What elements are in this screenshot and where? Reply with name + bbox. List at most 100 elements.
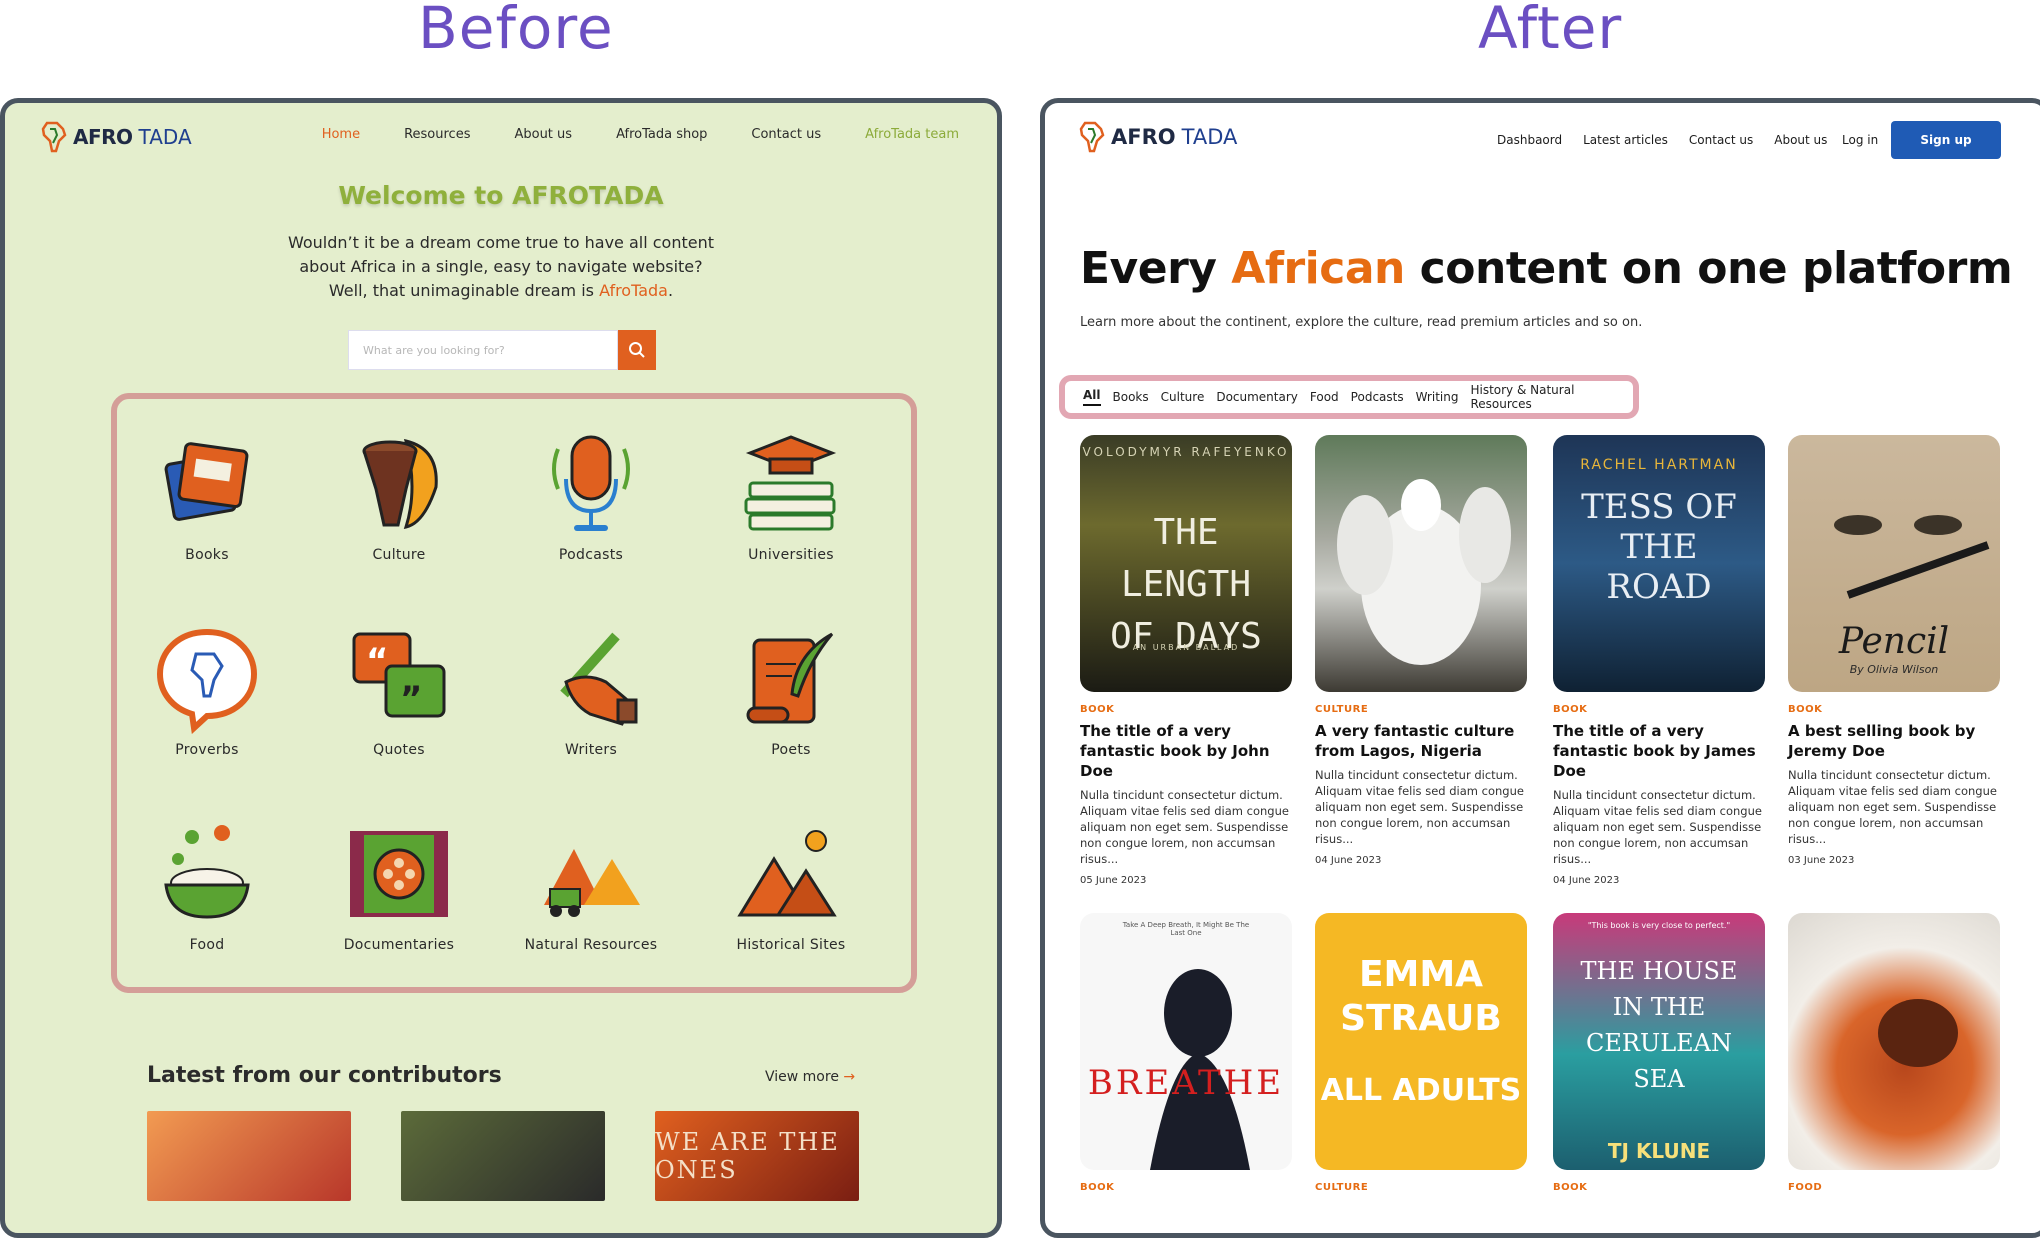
cover-subtitle: AN URBAN BALLAD xyxy=(1132,643,1240,652)
cover-title: ALL ADULTS xyxy=(1320,1073,1522,1108)
welcome-title: Welcome to AFROTADA xyxy=(338,181,664,210)
intro-line-2: about Africa in a single, easy to naviga… xyxy=(299,257,703,276)
article-card[interactable]: EMMA STRAUB ALL ADULTS CULTURE xyxy=(1315,913,1527,1193)
category-universities[interactable]: Universities xyxy=(701,429,881,563)
article-excerpt: Nulla tincidunt consectetur dictum. Aliq… xyxy=(1553,788,1762,866)
writing-hand-icon xyxy=(560,632,638,726)
category-label: Documentaries xyxy=(343,937,455,953)
view-more-link[interactable]: View more → xyxy=(765,1069,855,1085)
quotes-icon: “ ” xyxy=(352,632,446,719)
africa-logo-icon xyxy=(41,121,67,153)
article-excerpt: Nulla tincidunt consectetur dictum. Aliq… xyxy=(1788,768,1997,846)
nav-contact[interactable]: Contact us xyxy=(751,127,821,142)
category-label: Poets xyxy=(771,742,811,758)
category-historical-sites[interactable]: Historical Sites xyxy=(701,819,881,953)
category-food[interactable]: Food xyxy=(117,819,297,953)
nav-dashboard[interactable]: Dashbaord xyxy=(1497,133,1562,147)
masquerade-photo xyxy=(1337,479,1511,665)
article-card[interactable]: Pencil By Olivia Wilson BOOK A best sell… xyxy=(1788,435,2000,866)
article-cover: Take A Deep Breath, It Might Be The Last… xyxy=(1080,913,1292,1170)
pyramids-icon xyxy=(737,830,837,917)
category-writers[interactable]: Writers xyxy=(501,624,681,758)
hero-headline: Every African content on one platform xyxy=(1080,243,2013,294)
article-date: 04 June 2023 xyxy=(1315,855,1382,866)
nav-latest-articles[interactable]: Latest articles xyxy=(1583,133,1668,147)
intro-line-1: Wouldn’t it be a dream come true to have… xyxy=(287,233,715,252)
tab-culture[interactable]: Culture xyxy=(1161,390,1205,404)
drum-icon xyxy=(362,438,438,530)
search-input[interactable]: What are you looking for? xyxy=(348,330,618,370)
category-quotes[interactable]: “ ” Quotes xyxy=(309,624,489,758)
logo[interactable]: AFRO TADA xyxy=(1079,121,1237,153)
before-panel: AFRO TADA Home Resources About us AfroTa… xyxy=(0,98,1002,1238)
graduation-books-icon xyxy=(744,435,837,531)
article-card[interactable]: "This book is very close to perfect." TH… xyxy=(1553,913,1765,1193)
article-card[interactable]: VOLODYMYR RAFEYENKO THE LENGTH OF DAYS A… xyxy=(1080,435,1292,886)
filter-tabs: All Books Culture Documentary Food Podca… xyxy=(1059,375,1639,419)
category-podcasts[interactable]: Podcasts xyxy=(501,429,681,563)
category-culture[interactable]: Culture xyxy=(309,429,489,563)
nav-bar: Home Resources About us AfroTada shop Co… xyxy=(322,127,959,142)
signup-button[interactable]: Sign up xyxy=(1891,121,2001,159)
tab-podcasts[interactable]: Podcasts xyxy=(1351,390,1404,404)
after-panel: AFRO TADA Dashbaord Latest articles Cont… xyxy=(1040,98,2040,1238)
article-category: BOOK xyxy=(1553,704,1588,715)
category-label: Books xyxy=(185,547,229,563)
logo[interactable]: AFRO TADA xyxy=(41,121,192,153)
article-card[interactable]: FOOD xyxy=(1788,913,2000,1193)
search-button[interactable] xyxy=(618,330,656,370)
category-proverbs[interactable]: Proverbs xyxy=(117,624,297,758)
article-card[interactable]: RACHEL HARTMAN TESS OF THE ROAD BOOK The… xyxy=(1553,435,1765,886)
category-grid: Books Culture Podcasts Universities Prov… xyxy=(111,393,917,993)
headline-post: content on one platform xyxy=(1404,243,2013,294)
category-books[interactable]: Books xyxy=(117,429,297,563)
intro-brand: AfroTada xyxy=(599,281,668,300)
article-cover: RACHEL HARTMAN TESS OF THE ROAD xyxy=(1553,435,1765,692)
nav-about[interactable]: About us xyxy=(1774,133,1827,147)
article-cover: "This book is very close to perfect." TH… xyxy=(1553,913,1765,1170)
category-label: Food xyxy=(189,937,225,953)
svg-text:“: “ xyxy=(366,641,388,681)
nav-about[interactable]: About us xyxy=(514,127,572,142)
food-bowl-icon xyxy=(164,825,250,919)
category-label: Culture xyxy=(372,547,426,563)
contributor-thumb-2[interactable] xyxy=(401,1111,605,1201)
article-category: BOOK xyxy=(1788,704,1823,715)
nav-home[interactable]: Home xyxy=(322,127,360,142)
article-card[interactable]: Take A Deep Breath, It Might Be The Last… xyxy=(1080,913,1292,1193)
nav-resources[interactable]: Resources xyxy=(404,127,470,142)
tab-history[interactable]: History & Natural Resources xyxy=(1470,383,1633,411)
tab-books[interactable]: Books xyxy=(1113,390,1149,404)
article-cover: VOLODYMYR RAFEYENKO THE LENGTH OF DAYS A… xyxy=(1080,435,1292,692)
article-title: The title of a very fantastic book by Jo… xyxy=(1080,722,1270,780)
logo-text-afro: AFRO xyxy=(1111,125,1176,149)
cover-title: THE HOUSE IN THE CERULEAN SEA xyxy=(1580,957,1738,1093)
category-documentaries[interactable]: Documentaries xyxy=(309,819,489,953)
contributor-thumb-1[interactable] xyxy=(147,1111,351,1201)
nav-team[interactable]: AfroTada team xyxy=(865,127,959,142)
nav-shop[interactable]: AfroTada shop xyxy=(616,127,707,142)
logo-text-tada: TADA xyxy=(1181,125,1238,149)
tab-all[interactable]: All xyxy=(1083,388,1101,406)
tab-writing[interactable]: Writing xyxy=(1416,390,1459,404)
article-category: CULTURE xyxy=(1315,1182,1369,1193)
article-cover: EMMA STRAUB ALL ADULTS xyxy=(1315,913,1527,1170)
nav-contact[interactable]: Contact us xyxy=(1689,133,1753,147)
category-natural-resources[interactable]: Natural Resources xyxy=(501,819,681,953)
logo-text-tada: TADA xyxy=(138,125,192,149)
books-icon xyxy=(164,442,249,521)
contributor-thumb-3[interactable]: WE ARE THE ONES xyxy=(655,1111,859,1201)
article-card[interactable]: CULTURE A very fantastic culture from La… xyxy=(1315,435,1527,866)
cover-title: Pencil xyxy=(1838,621,1950,662)
article-category: BOOK xyxy=(1553,1182,1588,1193)
tab-food[interactable]: Food xyxy=(1310,390,1339,404)
cover-author: By Olivia Wilson xyxy=(1849,663,1939,676)
login-link[interactable]: Log in xyxy=(1842,133,1878,147)
headline-pre: Every xyxy=(1080,243,1232,294)
category-poets[interactable]: Poets xyxy=(701,624,881,758)
intro-line-3: Well, that unimaginable dream is AfroTad… xyxy=(5,279,997,303)
article-title: A very fantastic culture from Lagos, Nig… xyxy=(1315,722,1515,760)
cover-author: VOLODYMYR RAFEYENKO xyxy=(1082,445,1290,459)
tab-documentary[interactable]: Documentary xyxy=(1216,390,1298,404)
scroll-quill-icon xyxy=(746,632,834,724)
